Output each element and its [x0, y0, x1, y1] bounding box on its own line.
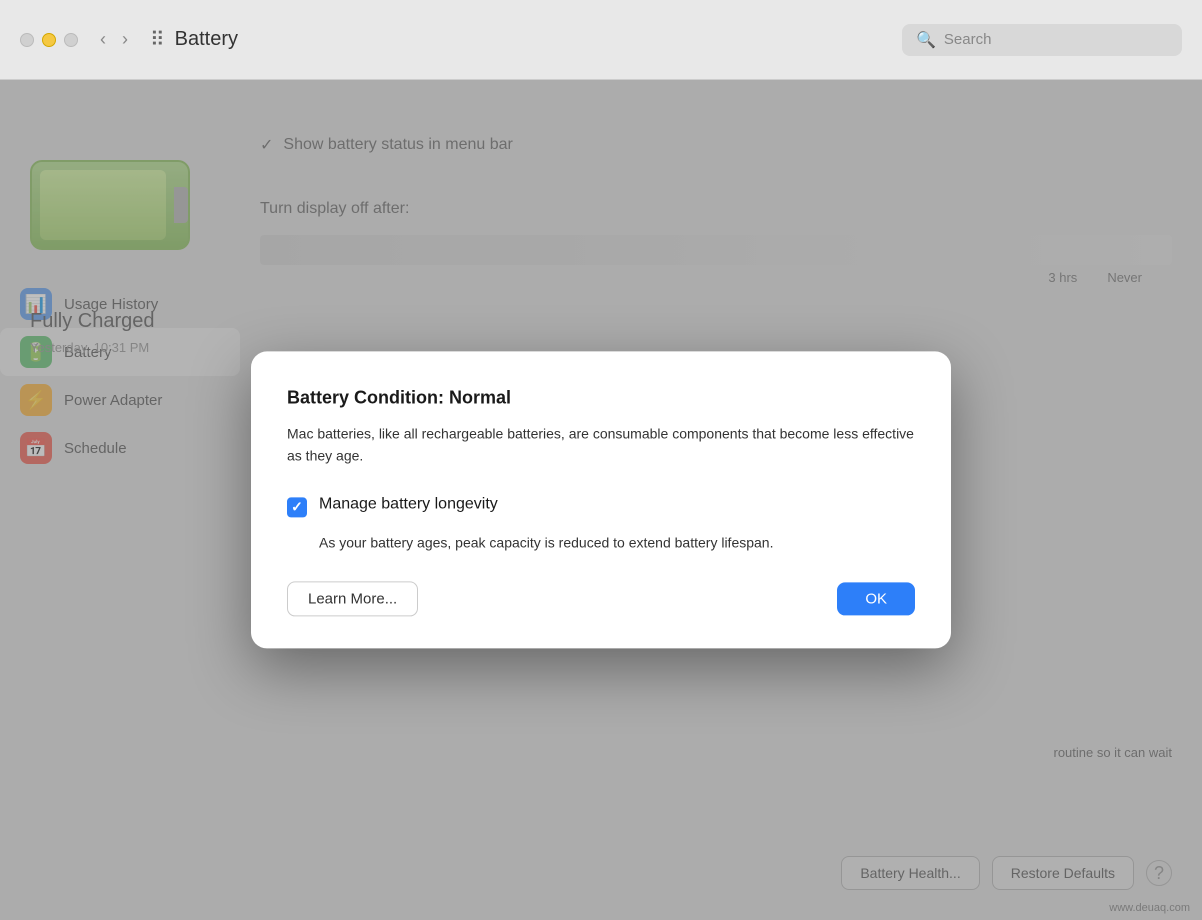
main-content: 📊 Usage History 🔋 Battery ⚡ Power Adapte… — [0, 80, 1202, 920]
close-button[interactable] — [20, 33, 34, 47]
traffic-lights — [20, 33, 78, 47]
dialog-footer: Learn More... OK — [287, 582, 915, 617]
minimize-button[interactable] — [42, 33, 56, 47]
grid-icon: ⠿ — [150, 27, 165, 52]
title-bar: ‹ › ⠿ Battery 🔍 Search — [0, 0, 1202, 80]
manage-battery-label: Manage battery longevity — [319, 495, 498, 513]
battery-condition-dialog: Battery Condition: Normal Mac batteries,… — [251, 351, 951, 648]
ok-button[interactable]: OK — [837, 583, 915, 616]
back-button[interactable]: ‹ — [94, 25, 112, 54]
dialog-description: Mac batteries, like all rechargeable bat… — [287, 422, 915, 467]
search-placeholder: Search — [944, 31, 992, 48]
manage-battery-checkbox[interactable] — [287, 497, 307, 517]
search-icon: 🔍 — [916, 30, 936, 50]
learn-more-button[interactable]: Learn More... — [287, 582, 418, 617]
search-box[interactable]: 🔍 Search — [902, 24, 1182, 56]
dialog-title: Battery Condition: Normal — [287, 387, 915, 408]
forward-button[interactable]: › — [116, 25, 134, 54]
page-title: Battery — [175, 28, 902, 51]
manage-battery-row: Manage battery longevity — [287, 495, 915, 517]
fullscreen-button[interactable] — [64, 33, 78, 47]
checkbox-sublabel: As your battery ages, peak capacity is r… — [319, 531, 915, 553]
nav-buttons: ‹ › — [94, 25, 134, 54]
